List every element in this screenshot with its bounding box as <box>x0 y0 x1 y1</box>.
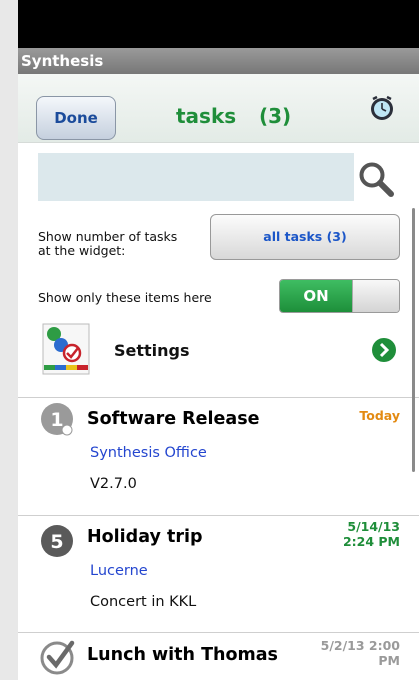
header-bar: Done tasks (3) <box>18 74 419 143</box>
checkmark-circle-icon <box>40 640 75 675</box>
all-tasks-button[interactable]: all tasks (3) <box>210 214 400 260</box>
task-date: 5/2/13 2:00 PM <box>320 638 400 668</box>
app-screen: Synthesis Done tasks (3) Show number of … <box>18 0 419 680</box>
task-location[interactable]: Synthesis Office <box>90 445 207 461</box>
scrollbar[interactable] <box>412 208 415 472</box>
search-icon[interactable] <box>357 160 395 198</box>
task-number-badge: 5 <box>41 525 73 557</box>
task-note: V2.7.0 <box>90 476 137 492</box>
page-title: tasks <box>176 104 237 128</box>
search-input[interactable] <box>38 153 354 201</box>
widget-count-label: Show number of tasks at the widget: <box>38 229 178 258</box>
show-only-label: Show only these items here <box>38 290 212 305</box>
alarm-clock-icon[interactable] <box>368 94 396 122</box>
settings-app-icon <box>42 323 90 375</box>
task-title: Software Release <box>87 409 260 429</box>
task-date: 5/14/13 2:24 PM <box>342 519 400 549</box>
settings-row[interactable]: Settings <box>18 321 419 387</box>
task-title: Holiday trip <box>87 527 203 547</box>
task-count: (3) <box>259 104 292 128</box>
settings-label: Settings <box>114 341 190 360</box>
status-bar <box>18 0 419 48</box>
divider <box>18 397 419 398</box>
svg-text:1: 1 <box>50 409 63 431</box>
app-title: Synthesis <box>18 48 419 74</box>
show-only-toggle[interactable]: ON <box>279 279 400 313</box>
divider <box>18 632 419 633</box>
divider <box>18 515 419 516</box>
task-note: Concert in KKL <box>90 594 197 610</box>
chevron-right-icon[interactable] <box>371 337 397 363</box>
toggle-on-label: ON <box>280 280 352 312</box>
task-number-badge: 1 <box>41 403 73 436</box>
toggle-knob <box>352 280 399 312</box>
svg-text:5: 5 <box>50 531 63 553</box>
done-button[interactable]: Done <box>36 96 116 140</box>
task-location[interactable]: Lucerne <box>90 563 148 579</box>
task-title: Lunch with Thomas <box>87 645 278 665</box>
task-date: Today <box>359 408 400 423</box>
